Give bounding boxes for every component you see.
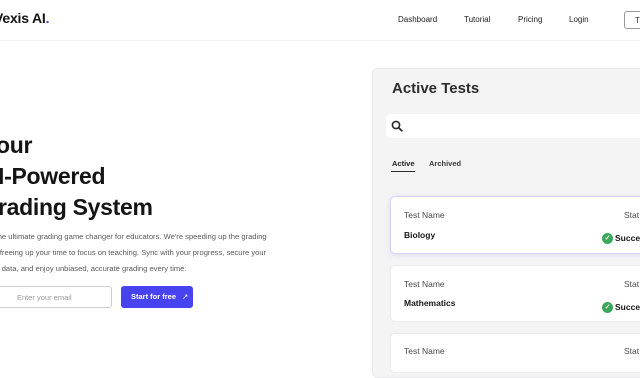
check-circle-icon: ✓	[602, 233, 613, 244]
hero-description-line-1: is the ultimate grading game changer for…	[0, 232, 267, 241]
test-name-label: Test Name	[404, 279, 445, 289]
status-value: Succe	[615, 233, 640, 243]
email-input[interactable]: Enter your email	[0, 286, 112, 308]
tab-archived[interactable]: Archived	[429, 159, 461, 168]
test-card-mathematics[interactable]	[390, 265, 640, 322]
arrow-up-right-icon: ↗	[182, 292, 189, 301]
start-for-free-button[interactable]: Start for free ↗	[121, 286, 193, 308]
check-circle-icon: ✓	[602, 302, 613, 313]
logo-dot: .	[45, 10, 50, 26]
test-name-label: Test Name	[404, 210, 445, 220]
hero-description-line-2: ss, freeing up your time to focus on tea…	[0, 248, 267, 257]
status-label: Stat	[624, 210, 640, 220]
panel-title: Active Tests	[392, 80, 480, 97]
test-card-biology[interactable]	[390, 196, 640, 254]
hero-heading-line-3: rading System	[0, 194, 153, 220]
test-name-value: Biology	[404, 230, 436, 240]
hero-heading-line-1: our	[0, 132, 33, 158]
test-name-value: Mathematics	[404, 298, 456, 308]
test-name-label: Test Name	[404, 346, 445, 356]
logo-text: Vexis AI	[0, 10, 46, 26]
nav-pricing[interactable]: Pricing	[518, 15, 542, 24]
search-icon	[391, 120, 403, 132]
hero-description: is the ultimate grading game changer for…	[0, 229, 308, 277]
tab-active[interactable]: Active	[392, 159, 415, 168]
header-cta-button[interactable]: T	[624, 11, 640, 29]
search-input[interactable]	[386, 114, 640, 138]
nav-login[interactable]: Login	[569, 15, 589, 24]
nav-dashboard[interactable]: Dashboard	[398, 15, 437, 24]
nav-tutorial[interactable]: Tutorial	[464, 15, 490, 24]
status-label: Stat	[624, 279, 640, 289]
active-tab-indicator	[391, 171, 415, 172]
hero-heading-line-2: I-Powered	[0, 163, 106, 189]
logo[interactable]: Vexis AI.	[0, 10, 49, 26]
status-value: Succe	[615, 302, 640, 312]
hero-description-line-3: nts' data, and enjoy unbiased, accurate …	[0, 264, 187, 273]
start-for-free-label: Start for free	[131, 292, 177, 301]
header-divider	[0, 40, 640, 41]
status-label: Stat	[624, 346, 640, 356]
